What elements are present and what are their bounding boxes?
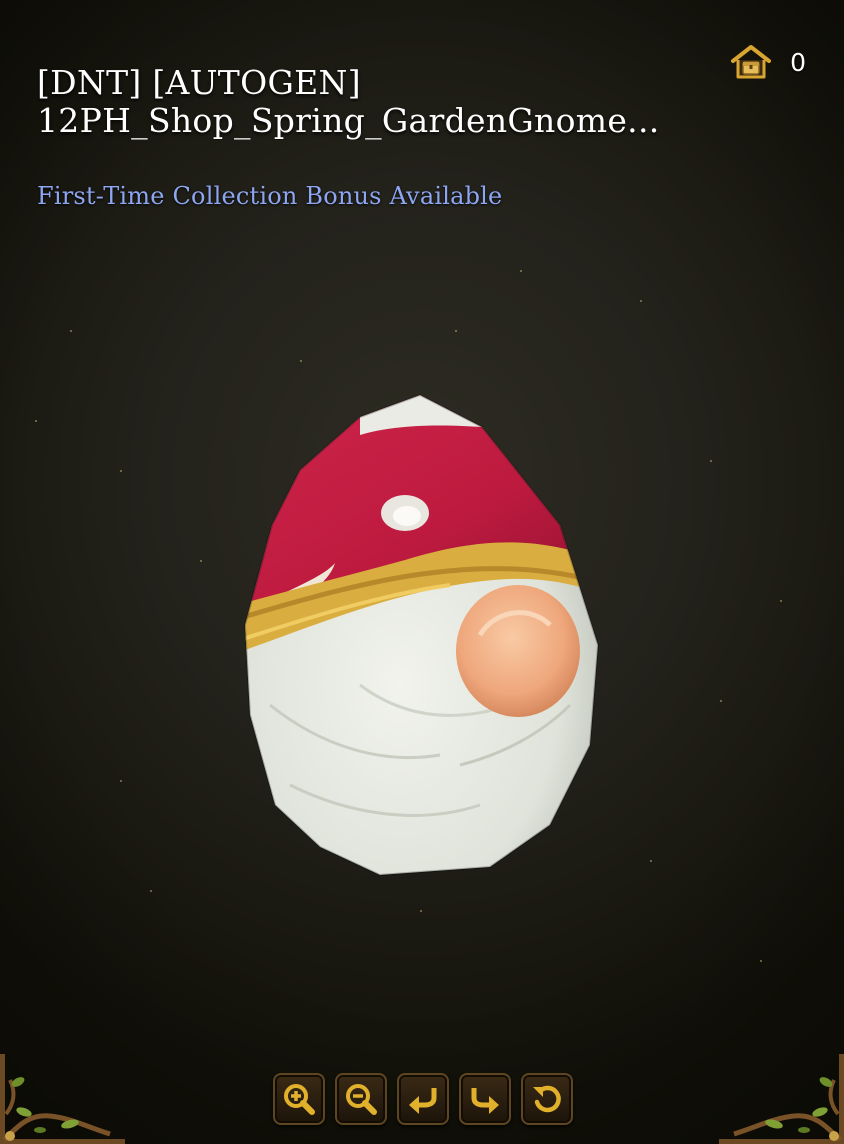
zoom-out-icon (344, 1082, 378, 1116)
house-storage-counter: 0 (730, 44, 806, 80)
house-chest-icon (730, 44, 772, 80)
reset-view-icon (530, 1082, 564, 1116)
collection-bonus-text: First-Time Collection Bonus Available (37, 182, 503, 210)
corner-vine-ornament-left (0, 1054, 130, 1144)
rotate-right-icon (468, 1082, 502, 1116)
model-view-controls (273, 1073, 573, 1125)
corner-vine-ornament-right (714, 1054, 844, 1144)
zoom-out-button[interactable] (335, 1073, 387, 1125)
item-preview-panel: [DNT] [AUTOGEN] 12PH_Shop_Spring_GardenG… (0, 0, 844, 1144)
house-count-value: 0 (790, 47, 806, 77)
item-title: [DNT] [AUTOGEN] 12PH_Shop_Spring_GardenG… (37, 64, 737, 140)
rotate-left-icon (406, 1082, 440, 1116)
reset-view-button[interactable] (521, 1073, 573, 1125)
item-title-line-2: 12PH_Shop_Spring_GardenGnome... (37, 102, 660, 140)
zoom-in-button[interactable] (273, 1073, 325, 1125)
rotate-right-button[interactable] (459, 1073, 511, 1125)
item-title-line-1: [DNT] [AUTOGEN] (37, 64, 361, 102)
gnome-egg-model[interactable] (230, 385, 610, 885)
zoom-in-icon (282, 1082, 316, 1116)
rotate-left-button[interactable] (397, 1073, 449, 1125)
